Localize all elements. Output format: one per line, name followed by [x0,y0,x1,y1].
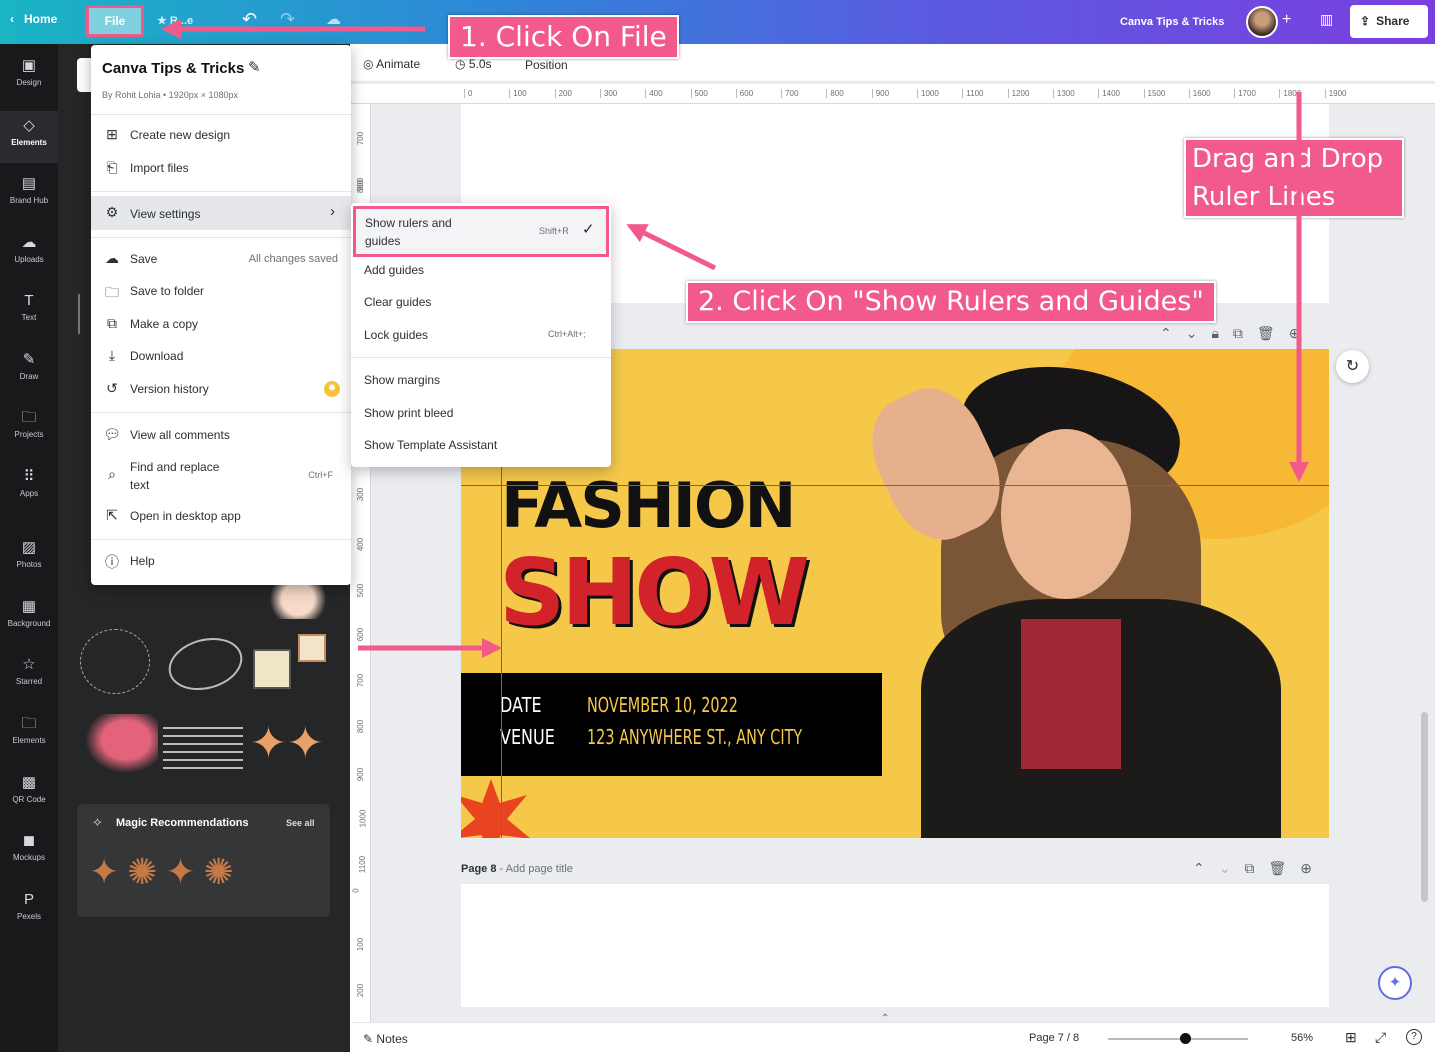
arrow-to-rulers [626,223,717,271]
annotation-arrows [161,19,1309,658]
